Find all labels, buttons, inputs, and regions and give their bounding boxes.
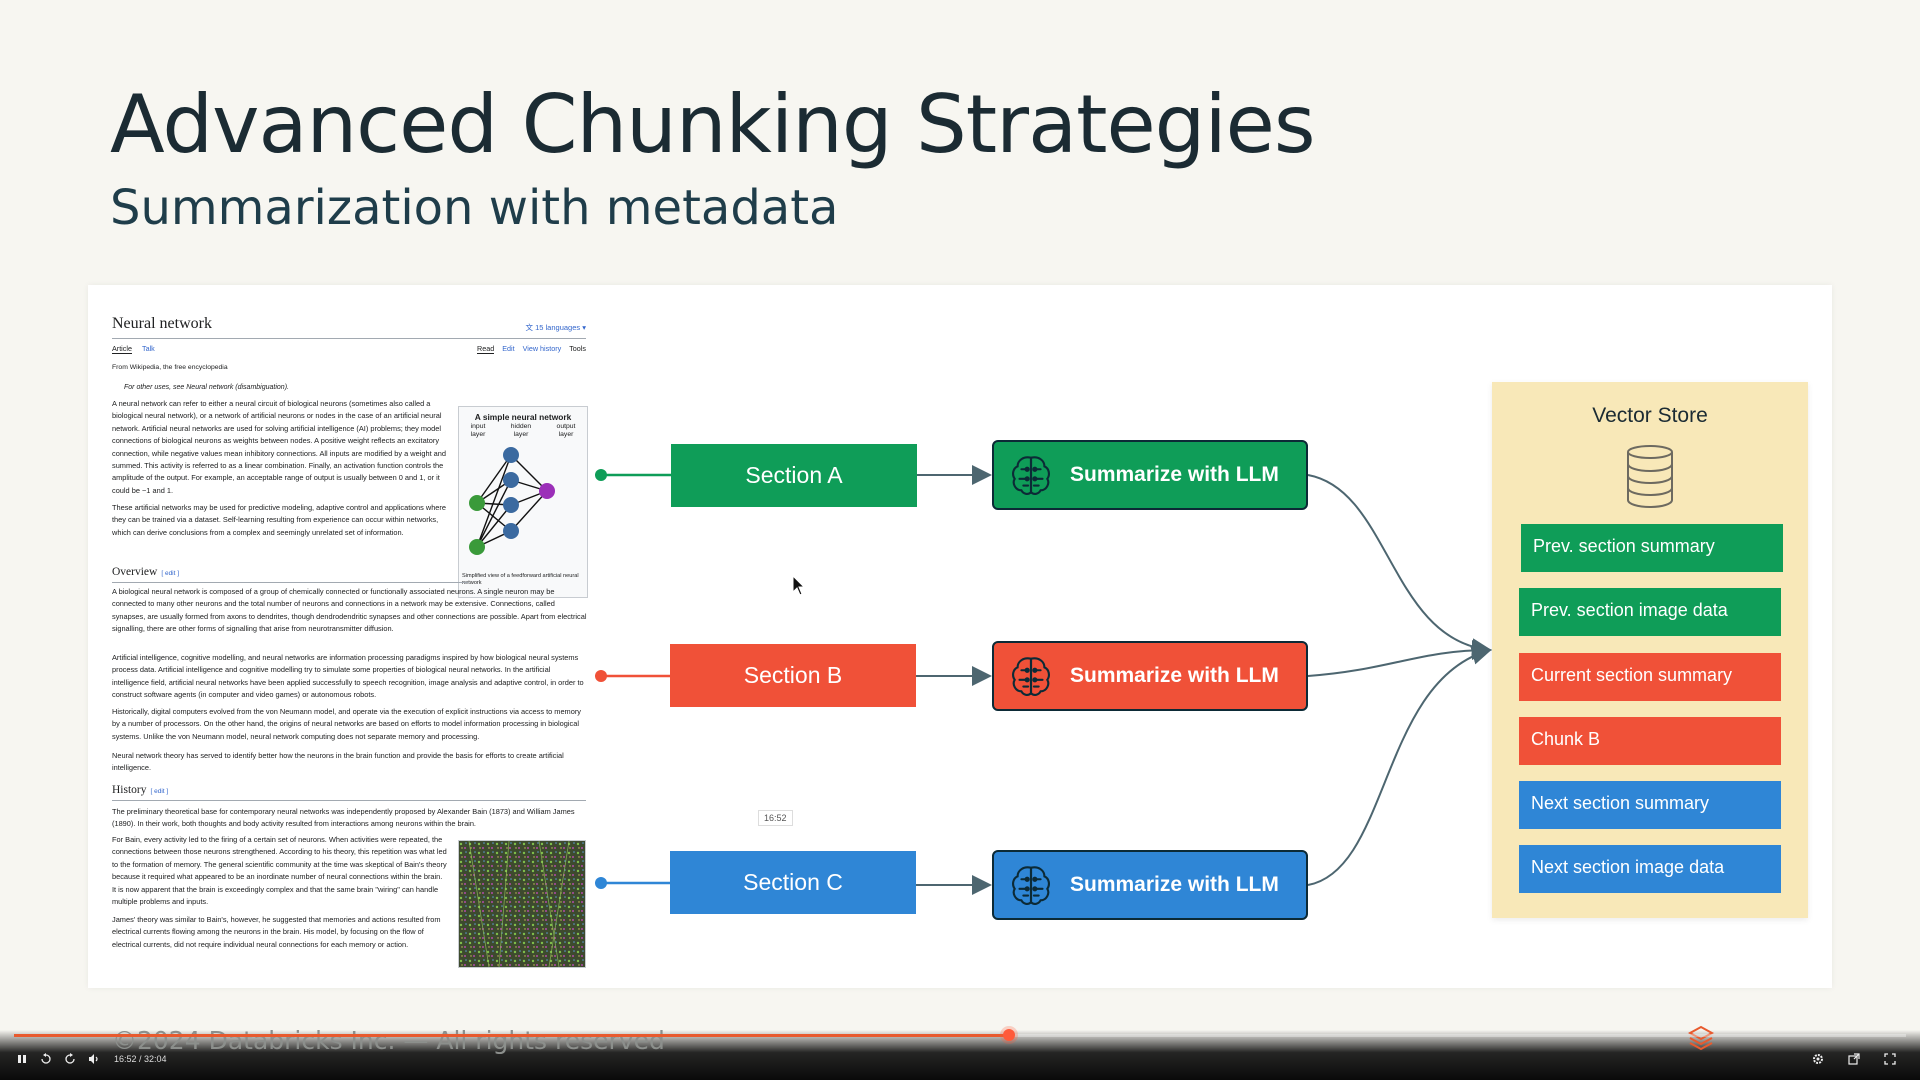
mouse-cursor-icon bbox=[792, 575, 806, 596]
summarize-label: Summarize with LLM bbox=[1070, 873, 1279, 896]
fullscreen-icon bbox=[1884, 1053, 1896, 1065]
forward-button[interactable] bbox=[62, 1051, 78, 1067]
popout-icon bbox=[1848, 1053, 1860, 1065]
section-b-box: Section B bbox=[670, 644, 916, 707]
copyright-footer: ©2024 Databricks Inc. — All rights reser… bbox=[112, 1026, 665, 1055]
summarize-label: Summarize with LLM bbox=[1070, 664, 1279, 687]
brain-icon bbox=[1012, 456, 1050, 495]
video-scrubber-handle[interactable] bbox=[1003, 1029, 1015, 1041]
database-icon bbox=[1627, 445, 1673, 508]
forward-icon bbox=[65, 1053, 75, 1064]
rewind-icon bbox=[41, 1053, 51, 1064]
settings-button[interactable] bbox=[1810, 1051, 1826, 1067]
pause-icon bbox=[18, 1055, 26, 1063]
video-progress-fill bbox=[14, 1034, 1009, 1037]
section-a-label: Section A bbox=[745, 462, 843, 488]
seek-time-tooltip: 16:52 bbox=[758, 810, 793, 826]
brain-icon bbox=[1012, 866, 1050, 905]
popout-button[interactable] bbox=[1846, 1051, 1862, 1067]
right-controls bbox=[1810, 1051, 1906, 1067]
playback-time: 16:52 / 32:04 bbox=[114, 1054, 167, 1064]
section-c-label: Section C bbox=[743, 869, 843, 895]
vector-store: Vector Store Prev. section summary Prev.… bbox=[1492, 382, 1808, 918]
section-a-box: Section A bbox=[671, 444, 917, 507]
left-controls: 16:52 / 32:04 bbox=[14, 1051, 167, 1067]
section-b-label: Section B bbox=[743, 662, 843, 688]
databricks-logo-icon bbox=[1688, 1025, 1714, 1051]
vs-item-prev-summary: Prev. section summary bbox=[1521, 524, 1783, 572]
vs-item-next-image-data: Next section image data bbox=[1519, 845, 1781, 893]
volume-button[interactable] bbox=[86, 1051, 102, 1067]
vs-item-current-summary: Current section summary bbox=[1519, 653, 1781, 701]
summarize-llm-box-b: Summarize with LLM bbox=[992, 641, 1308, 711]
summarize-label: Summarize with LLM bbox=[1070, 463, 1279, 486]
summarize-llm-box-a: Summarize with LLM bbox=[992, 440, 1308, 510]
volume-icon bbox=[89, 1054, 98, 1064]
brain-icon bbox=[1012, 657, 1050, 696]
vs-item-next-summary: Next section summary bbox=[1519, 781, 1781, 829]
slide: Advanced Chunking Strategies Summarizati… bbox=[0, 0, 1920, 1035]
video-progress-track[interactable] bbox=[14, 1029, 1906, 1041]
gear-icon bbox=[1813, 1054, 1823, 1064]
section-c-box: Section C bbox=[670, 851, 916, 914]
summarize-llm-box-c: Summarize with LLM bbox=[992, 850, 1308, 920]
rewind-button[interactable] bbox=[38, 1051, 54, 1067]
vs-item-prev-image-data: Prev. section image data bbox=[1519, 588, 1781, 636]
vector-store-title: Vector Store bbox=[1592, 404, 1708, 427]
pause-button[interactable] bbox=[14, 1051, 30, 1067]
fullscreen-button[interactable] bbox=[1882, 1051, 1898, 1067]
vs-item-chunk-b: Chunk B bbox=[1519, 717, 1781, 765]
